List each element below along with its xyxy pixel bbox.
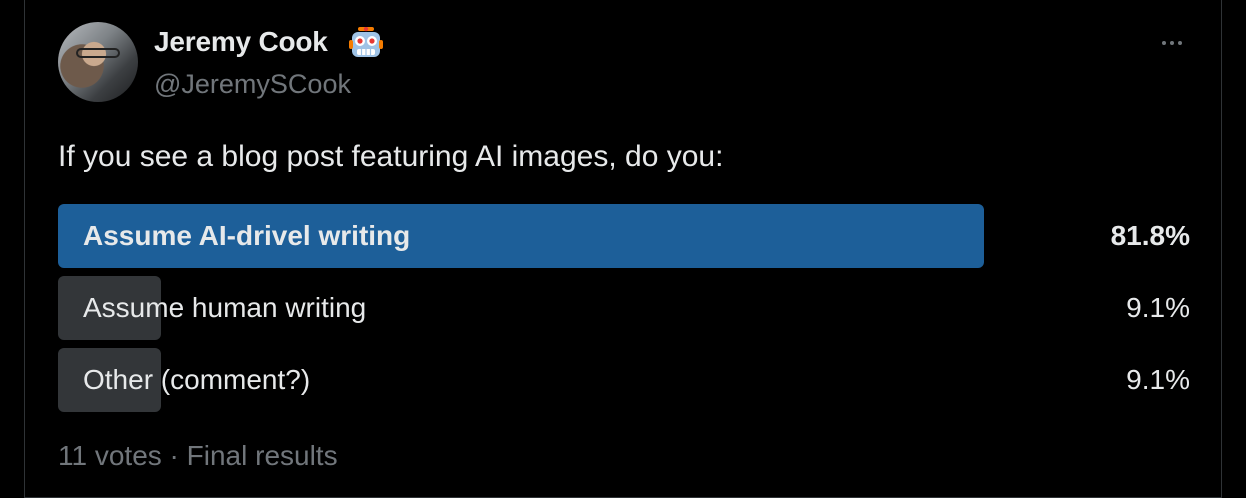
poll-option: Assume human writing 9.1% xyxy=(58,276,1190,340)
robot-face-icon xyxy=(349,27,383,57)
poll-option-label: Other (comment?) xyxy=(83,364,311,395)
poll-option-label: Assume AI-drivel writing xyxy=(83,220,411,251)
poll-option: Assume AI-drivel writing 81.8% xyxy=(58,204,1190,268)
poll-option-label: Assume human writing xyxy=(83,292,367,323)
avatar[interactable] xyxy=(58,22,138,102)
poll-question: If you see a blog post featuring AI imag… xyxy=(58,140,724,173)
author-handle[interactable]: @JeremySCook xyxy=(154,69,351,100)
more-options-icon[interactable] xyxy=(1154,28,1190,58)
poll-footer: 11 votes · Final results xyxy=(58,440,338,471)
glasses-detail xyxy=(76,48,120,58)
poll-option-percent: 81.8% xyxy=(1110,220,1190,251)
author-name[interactable]: Jeremy Cook xyxy=(154,26,328,58)
poll-option: Other (comment?) 9.1% xyxy=(58,348,1190,412)
poll-option-percent: 9.1% xyxy=(1126,292,1190,323)
poll-option-percent: 9.1% xyxy=(1126,364,1190,395)
